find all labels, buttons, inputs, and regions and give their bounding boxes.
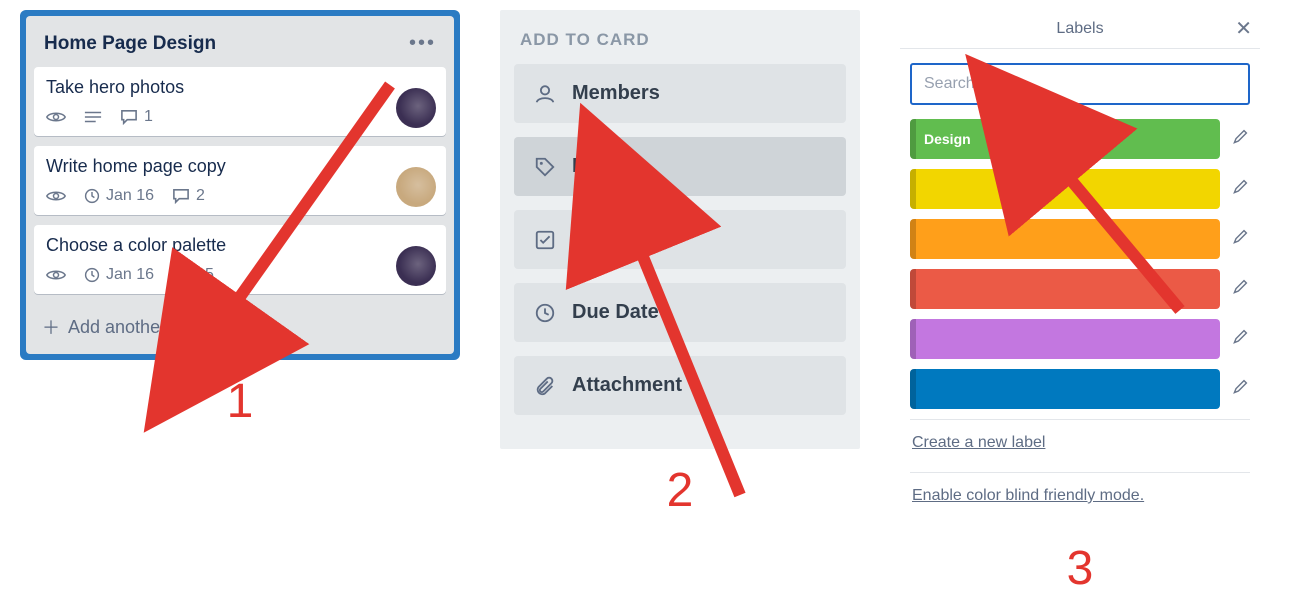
card-badges: 1: [46, 108, 434, 126]
step-number: 3: [1067, 541, 1094, 596]
pencil-icon[interactable]: [1232, 279, 1250, 300]
due-badge: Jan 16: [84, 266, 154, 284]
add-to-card-sidebar: ADD TO CARD Members Labels Checklist Due…: [500, 10, 860, 449]
colorblind-mode-link[interactable]: Enable color blind friendly mode.: [900, 481, 1260, 517]
clip-icon: [534, 375, 556, 397]
card-title: Choose a color palette: [46, 235, 434, 256]
description-icon: [84, 110, 102, 124]
list-menu-icon[interactable]: •••: [409, 32, 436, 55]
due-date-button[interactable]: Due Date: [514, 283, 846, 342]
card[interactable]: Take hero photos 1: [34, 67, 446, 136]
pencil-icon[interactable]: [1232, 379, 1250, 400]
comments-badge: 1: [120, 108, 153, 126]
label-search-input[interactable]: [910, 63, 1250, 105]
person-icon: [534, 83, 556, 105]
watch-icon: [46, 189, 66, 203]
label-orange[interactable]: [910, 219, 1220, 259]
trello-list: Home Page Design ••• Take hero photos: [20, 10, 460, 360]
card[interactable]: Choose a color palette Jan 16 25: [34, 225, 446, 294]
members-button[interactable]: Members: [514, 64, 846, 123]
add-card-label: Add another card: [68, 317, 206, 338]
step-number: 2: [667, 463, 694, 518]
list-title[interactable]: Home Page Design: [44, 33, 216, 55]
sidebar-item-label: Due Date: [572, 301, 659, 324]
watch-icon: [46, 110, 66, 124]
sidebar-item-label: Checklist: [572, 228, 661, 251]
sidebar-heading: ADD TO CARD: [514, 30, 846, 50]
labels-button[interactable]: Labels: [514, 137, 846, 196]
sidebar-item-label: Attachment: [572, 374, 682, 397]
labels-popover: Labels ✕ Design: [900, 10, 1260, 527]
check-icon: [534, 229, 556, 251]
avatar[interactable]: [396, 246, 436, 286]
popover-title: Labels: [1056, 20, 1103, 38]
add-card-button[interactable]: ＋ Add another card: [34, 304, 446, 342]
card-title: Write home page copy: [46, 156, 434, 177]
watch-icon: [46, 268, 66, 282]
plus-icon: ＋: [42, 314, 60, 340]
pencil-icon[interactable]: [1232, 229, 1250, 250]
tag-icon: [534, 156, 556, 178]
clock-icon: [534, 302, 556, 324]
checklist-button[interactable]: Checklist: [514, 210, 846, 269]
avatar[interactable]: [396, 167, 436, 207]
due-badge: Jan 16: [84, 187, 154, 205]
comments-badge: 25: [172, 266, 214, 284]
label-green[interactable]: Design: [910, 119, 1220, 159]
label-yellow[interactable]: [910, 169, 1220, 209]
sidebar-item-label: Members: [572, 82, 660, 105]
create-label-link[interactable]: Create a new label: [900, 428, 1260, 464]
label-red[interactable]: [910, 269, 1220, 309]
avatar[interactable]: [396, 88, 436, 128]
card[interactable]: Write home page copy Jan 16 2: [34, 146, 446, 215]
label-purple[interactable]: [910, 319, 1220, 359]
card-title: Take hero photos: [46, 77, 434, 98]
pencil-icon[interactable]: [1232, 329, 1250, 350]
card-badges: Jan 16 2: [46, 187, 434, 205]
attachment-button[interactable]: Attachment: [514, 356, 846, 415]
step-number: 1: [227, 374, 254, 429]
label-name: Design: [924, 131, 971, 147]
card-badges: Jan 16 25: [46, 266, 434, 284]
comments-badge: 2: [172, 187, 205, 205]
pencil-icon[interactable]: [1232, 129, 1250, 150]
label-blue[interactable]: [910, 369, 1220, 409]
pencil-icon[interactable]: [1232, 179, 1250, 200]
sidebar-item-label: Labels: [572, 155, 635, 178]
close-icon[interactable]: ✕: [1235, 16, 1252, 41]
